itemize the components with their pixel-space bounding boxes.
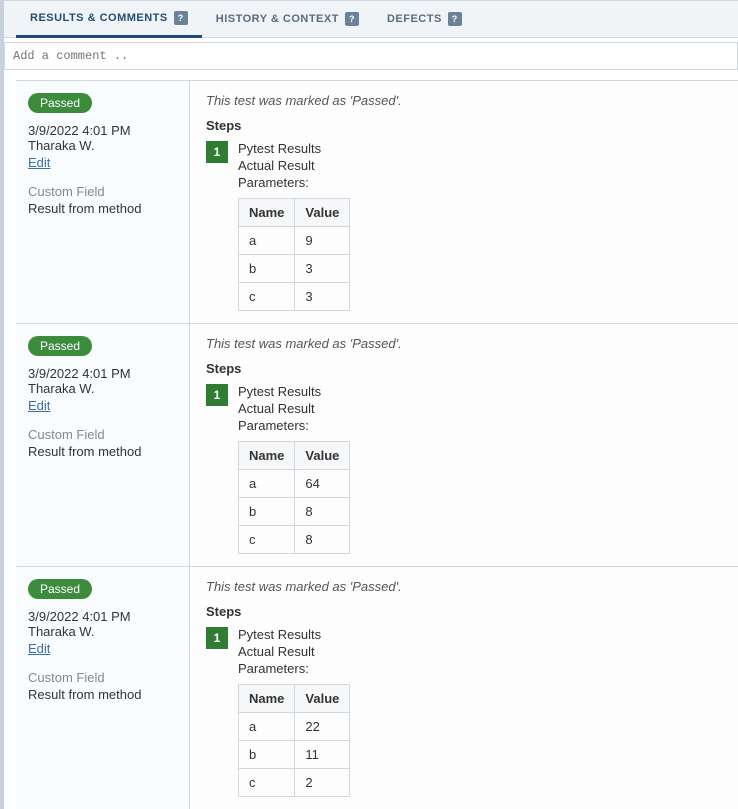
custom-field-label: Custom Field [28, 670, 177, 685]
marked-text: This test was marked as 'Passed'. [206, 579, 722, 594]
result-meta: Passed 3/9/2022 4:01 PM Tharaka W. Edit Cus… [16, 567, 190, 809]
tab-defects[interactable]: DEFECTS ? [373, 1, 476, 37]
step-subtitle: Actual Result [238, 401, 722, 416]
table-row: a22 [239, 713, 350, 741]
param-value: 2 [295, 769, 350, 797]
param-value: 11 [295, 741, 350, 769]
result-card: Passed 3/9/2022 4:01 PM Tharaka W. Edit Cus… [16, 566, 738, 809]
result-detail: This test was marked as 'Passed'. Steps 1P… [190, 324, 738, 566]
table-row: b8 [239, 498, 350, 526]
table-row: c8 [239, 526, 350, 554]
results-list: Passed 3/9/2022 4:01 PM Tharaka W. Edit Cus… [4, 80, 738, 809]
table-row: c3 [239, 283, 350, 311]
table-header-value: Value [295, 685, 350, 713]
param-name: b [239, 498, 295, 526]
steps-heading: Steps [206, 604, 722, 619]
step-number-badge: 1 [206, 141, 228, 163]
tab-history-context[interactable]: HISTORY & CONTEXT ? [202, 1, 373, 37]
table-row: a9 [239, 227, 350, 255]
tab-label: DEFECTS [387, 13, 442, 25]
param-name: b [239, 255, 295, 283]
step-body: Pytest Results Actual Result Parameters: Na… [238, 141, 722, 311]
param-value: 3 [295, 283, 350, 311]
custom-field-value: Result from method [28, 687, 177, 702]
parameters-table: NameValuea22b11c2 [238, 684, 350, 797]
parameters-label: Parameters: [238, 175, 722, 190]
tab-bar: RESULTS & COMMENTS ? HISTORY & CONTEXT ?… [4, 0, 738, 38]
result-detail: This test was marked as 'Passed'. Steps 1P… [190, 567, 738, 809]
help-icon[interactable]: ? [448, 12, 462, 26]
custom-field-label: Custom Field [28, 184, 177, 199]
table-row: c2 [239, 769, 350, 797]
step-title: Pytest Results [238, 627, 722, 642]
param-name: a [239, 713, 295, 741]
tab-results-comments[interactable]: RESULTS & COMMENTS ? [16, 1, 202, 38]
param-name: c [239, 283, 295, 311]
step-title: Pytest Results [238, 384, 722, 399]
table-header-name: Name [239, 199, 295, 227]
step-row: 1 Pytest Results Actual Result Parameters: N… [206, 627, 722, 797]
result-timestamp: 3/9/2022 4:01 PM Tharaka W. [28, 123, 177, 153]
param-value: 22 [295, 713, 350, 741]
edit-link[interactable]: Edit [28, 641, 50, 656]
parameters-table: NameValuea9b3c3 [238, 198, 350, 311]
table-row: a64 [239, 470, 350, 498]
param-name: a [239, 227, 295, 255]
param-value: 64 [295, 470, 350, 498]
step-row: 1 Pytest Results Actual Result Parameters: N… [206, 384, 722, 554]
step-row: 1 Pytest Results Actual Result Parameters: N… [206, 141, 722, 311]
tab-label: HISTORY & CONTEXT [216, 13, 339, 25]
comment-box [4, 42, 738, 70]
table-header-name: Name [239, 685, 295, 713]
step-number-badge: 1 [206, 384, 228, 406]
steps-heading: Steps [206, 361, 722, 376]
custom-field-label: Custom Field [28, 427, 177, 442]
param-value: 8 [295, 526, 350, 554]
tab-label: RESULTS & COMMENTS [30, 12, 168, 24]
table-header-value: Value [295, 199, 350, 227]
step-title: Pytest Results [238, 141, 722, 156]
table-header-name: Name [239, 442, 295, 470]
step-body: Pytest Results Actual Result Parameters: Na… [238, 627, 722, 797]
status-badge: Passed [28, 93, 92, 113]
help-icon[interactable]: ? [345, 12, 359, 26]
status-badge: Passed [28, 336, 92, 356]
status-badge: Passed [28, 579, 92, 599]
param-value: 8 [295, 498, 350, 526]
step-subtitle: Actual Result [238, 158, 722, 173]
result-card: Passed 3/9/2022 4:01 PM Tharaka W. Edit Cus… [16, 80, 738, 323]
param-name: c [239, 526, 295, 554]
steps-heading: Steps [206, 118, 722, 133]
result-meta: Passed 3/9/2022 4:01 PM Tharaka W. Edit Cus… [16, 324, 190, 566]
step-subtitle: Actual Result [238, 644, 722, 659]
parameters-label: Parameters: [238, 661, 722, 676]
edit-link[interactable]: Edit [28, 155, 50, 170]
table-row: b11 [239, 741, 350, 769]
help-icon[interactable]: ? [174, 11, 188, 25]
edit-link[interactable]: Edit [28, 398, 50, 413]
table-header-value: Value [295, 442, 350, 470]
parameters-table: NameValuea64b8c8 [238, 441, 350, 554]
result-timestamp: 3/9/2022 4:01 PM Tharaka W. [28, 366, 177, 396]
param-name: b [239, 741, 295, 769]
param-value: 3 [295, 255, 350, 283]
result-card: Passed 3/9/2022 4:01 PM Tharaka W. Edit Cus… [16, 323, 738, 566]
param-value: 9 [295, 227, 350, 255]
custom-field-value: Result from method [28, 444, 177, 459]
custom-field-value: Result from method [28, 201, 177, 216]
step-body: Pytest Results Actual Result Parameters: Na… [238, 384, 722, 554]
param-name: a [239, 470, 295, 498]
comment-input[interactable] [4, 42, 738, 70]
param-name: c [239, 769, 295, 797]
table-row: b3 [239, 255, 350, 283]
result-meta: Passed 3/9/2022 4:01 PM Tharaka W. Edit Cus… [16, 81, 190, 323]
step-number-badge: 1 [206, 627, 228, 649]
result-detail: This test was marked as 'Passed'. Steps 1P… [190, 81, 738, 323]
parameters-label: Parameters: [238, 418, 722, 433]
marked-text: This test was marked as 'Passed'. [206, 336, 722, 351]
result-timestamp: 3/9/2022 4:01 PM Tharaka W. [28, 609, 177, 639]
marked-text: This test was marked as 'Passed'. [206, 93, 722, 108]
